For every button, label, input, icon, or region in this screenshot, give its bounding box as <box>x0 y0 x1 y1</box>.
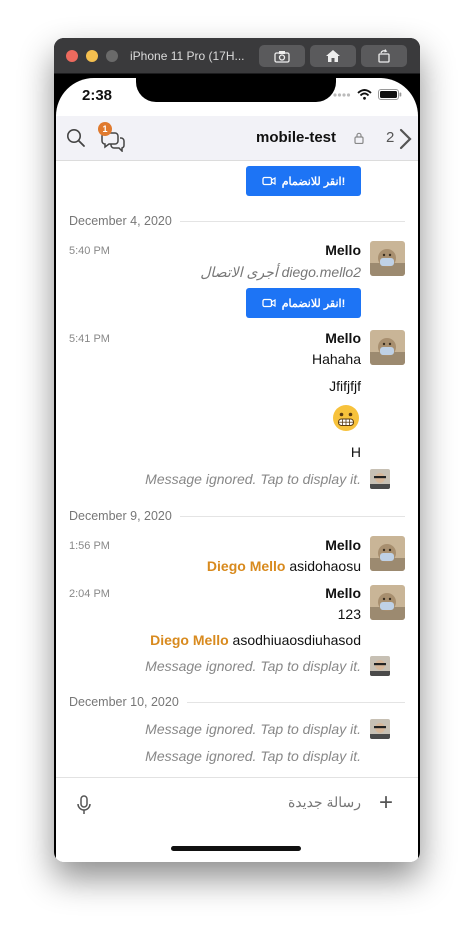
message-text[interactable]: Diego Mello asidohaosu <box>207 558 361 574</box>
message-body: asodhiuaosdiuhasod <box>232 632 361 648</box>
join-call-label: انقر للانضمام! <box>281 175 346 188</box>
message-body: asidohaosu <box>289 558 361 574</box>
system-message: أجرى الاتصال diego.mello2 <box>200 264 361 280</box>
date-separator: December 10, 2020 <box>69 695 405 709</box>
window-titlebar: iPhone 11 Pro (17H... <box>54 38 420 74</box>
window-title: iPhone 11 Pro (17H... <box>130 49 245 63</box>
room-header: 1 mobile-test 2 <box>56 116 418 161</box>
search-button[interactable] <box>66 128 86 153</box>
message-text[interactable]: Hahaha <box>312 351 361 367</box>
zoom-window-button[interactable] <box>106 50 118 62</box>
date-separator: December 4, 2020 <box>69 214 405 228</box>
message-text[interactable]: Diego Mello asodhiuaosdiuhasod <box>150 632 361 648</box>
date-label: December 4, 2020 <box>69 214 180 228</box>
discussions-button[interactable]: 1 <box>98 122 126 153</box>
avatar[interactable] <box>370 241 405 276</box>
lock-icon <box>354 131 364 149</box>
join-call-label: انقر للانضمام! <box>281 297 346 310</box>
status-icons <box>333 89 402 100</box>
minimize-window-button[interactable] <box>86 50 98 62</box>
join-call-button[interactable]: انقر للانضمام! <box>246 166 361 196</box>
wifi-icon <box>357 89 372 100</box>
message-timestamp: 5:41 PM <box>69 333 110 345</box>
chevron-right-icon <box>399 128 412 150</box>
avatar[interactable] <box>370 656 390 676</box>
close-window-button[interactable] <box>66 50 78 62</box>
rotate-icon <box>378 49 390 63</box>
message-timestamp: 2:04 PM <box>69 588 110 600</box>
ignored-message[interactable]: Message ignored. Tap to display it. <box>145 471 361 487</box>
search-icon <box>67 129 85 147</box>
home-icon <box>326 50 340 62</box>
message-composer: رسالة جديدة + <box>56 777 418 862</box>
record-audio-button[interactable] <box>76 795 92 820</box>
date-separator: December 9, 2020 <box>69 509 405 523</box>
avatar[interactable] <box>370 719 390 739</box>
message-text[interactable]: Jfifjfjf <box>329 378 361 394</box>
device-notch <box>136 78 336 102</box>
room-title[interactable]: mobile-test <box>256 129 336 146</box>
message-text[interactable]: 123 <box>338 606 361 622</box>
message-username[interactable]: Mello <box>325 537 361 553</box>
message-text[interactable]: H <box>351 444 361 460</box>
ignored-message[interactable]: Message ignored. Tap to display it. <box>145 721 361 737</box>
camera-icon <box>274 50 290 63</box>
video-call-icon <box>262 176 276 186</box>
grimacing-emoji-icon[interactable] <box>332 404 360 432</box>
ignored-message[interactable]: Message ignored. Tap to display it. <box>145 748 361 764</box>
join-call-button[interactable]: انقر للانضمام! <box>246 288 361 318</box>
message-input[interactable]: رسالة جديدة <box>111 794 361 816</box>
home-button[interactable] <box>310 45 356 67</box>
status-time: 2:38 <box>82 87 113 104</box>
message-username[interactable]: Mello <box>325 330 361 346</box>
mic-icon <box>77 795 91 814</box>
avatar[interactable] <box>370 330 405 365</box>
message-username[interactable]: Mello <box>325 242 361 258</box>
unread-badge: 1 <box>98 122 112 136</box>
screenshot-button[interactable] <box>259 45 305 67</box>
message-timestamp: 5:40 PM <box>69 245 110 257</box>
room-actions-button[interactable] <box>398 128 412 155</box>
simulator-window: iPhone 11 Pro (17H... 2:38 1 mobile-test… <box>54 38 420 862</box>
user-mention[interactable]: Diego Mello <box>150 632 229 648</box>
battery-icon <box>378 89 402 100</box>
user-mention[interactable]: Diego Mello <box>207 558 286 574</box>
date-label: December 9, 2020 <box>69 509 180 523</box>
threads-count[interactable]: 2 <box>386 129 394 146</box>
video-call-icon <box>262 298 276 308</box>
home-indicator <box>171 846 301 851</box>
date-label: December 10, 2020 <box>69 695 187 709</box>
cellular-dots-icon <box>333 92 351 97</box>
message-timestamp: 1:56 PM <box>69 540 110 552</box>
message-username[interactable]: Mello <box>325 585 361 601</box>
plus-icon[interactable]: + <box>379 791 393 815</box>
avatar[interactable] <box>370 469 390 489</box>
avatar[interactable] <box>370 585 405 620</box>
rotate-button[interactable] <box>361 45 407 67</box>
message-list[interactable]: انقر للانضمام! December 4, 2020 5:40 PM … <box>56 161 418 777</box>
avatar[interactable] <box>370 536 405 571</box>
phone-screen: 2:38 1 mobile-test 2 انقر للانضمام! Dece… <box>56 78 418 862</box>
ignored-message[interactable]: Message ignored. Tap to display it. <box>145 658 361 674</box>
